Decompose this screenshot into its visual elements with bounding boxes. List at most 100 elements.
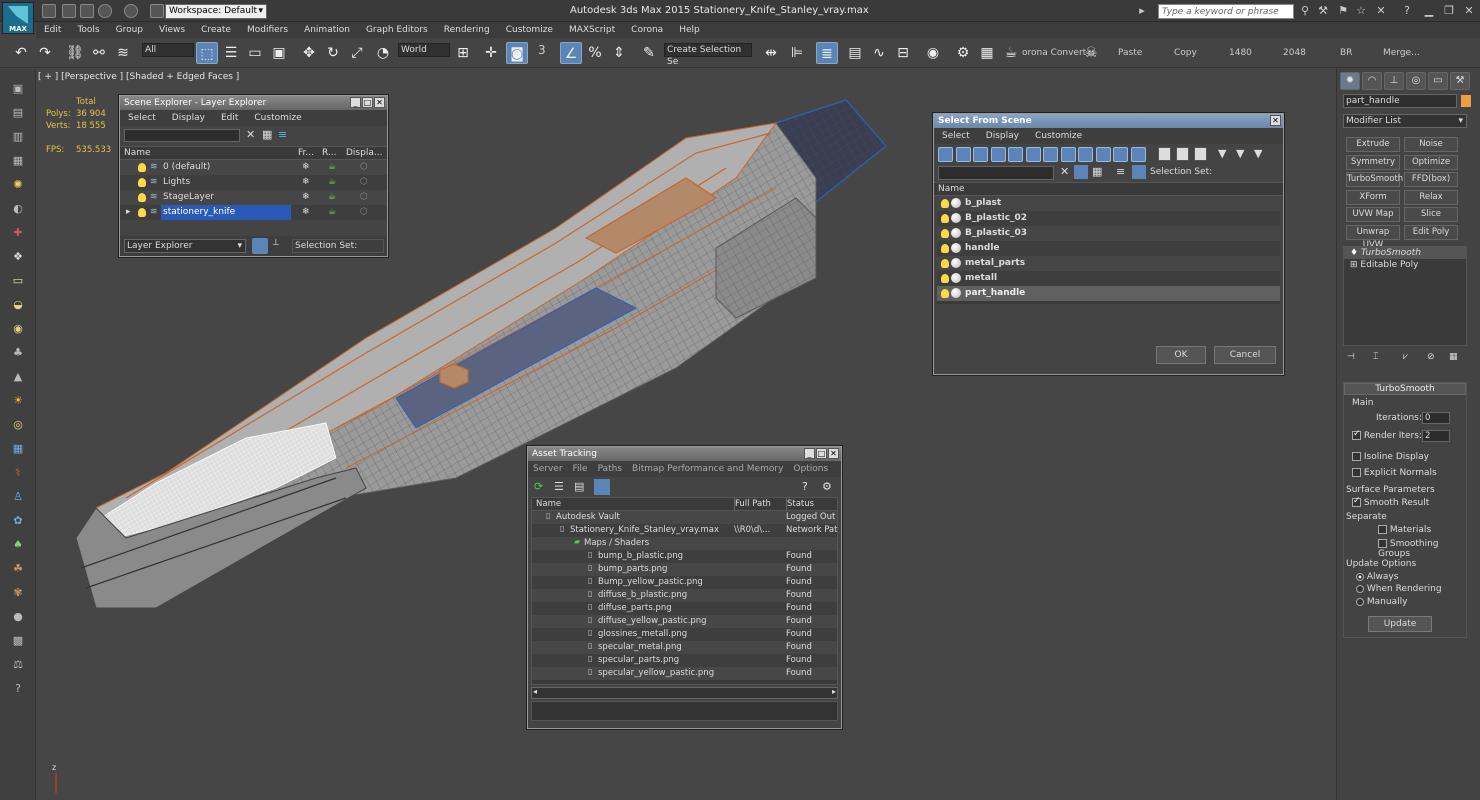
modifier-button-xform[interactable]: XForm bbox=[1346, 189, 1400, 205]
modifier-button-relax[interactable]: Relax bbox=[1404, 189, 1458, 205]
at-menu-file[interactable]: File bbox=[568, 461, 593, 477]
menu-item-help[interactable]: Help bbox=[671, 22, 708, 38]
funnel-plus-icon[interactable]: ▼ bbox=[1236, 147, 1244, 160]
br-button[interactable]: BR bbox=[1340, 48, 1352, 58]
height-2048-button[interactable]: 2048 bbox=[1283, 48, 1306, 58]
render-teapot-icon[interactable]: ☕ bbox=[328, 205, 336, 220]
sfs-menu-customize[interactable]: Customize bbox=[1027, 128, 1090, 144]
filter-bones-icon[interactable] bbox=[1078, 147, 1093, 162]
select-from-scene-titlebar[interactable]: Select From Scene ✕ bbox=[934, 114, 1283, 128]
schematic-view-icon[interactable]: ⊟ bbox=[892, 42, 914, 64]
copy-button[interactable]: Copy bbox=[1174, 48, 1197, 58]
asset-horizontal-scrollbar[interactable]: ◂ ▸ bbox=[531, 687, 838, 699]
helper-icon[interactable]: ✚ bbox=[9, 224, 27, 242]
question-icon[interactable]: ? bbox=[9, 680, 27, 698]
lightbulb-icon[interactable]: ♦ bbox=[1350, 248, 1358, 258]
restore-icon[interactable]: ❐ bbox=[1442, 4, 1456, 18]
pivot-center-icon[interactable]: ⊞ bbox=[452, 42, 474, 64]
lightbulb-icon[interactable] bbox=[138, 193, 146, 202]
modifier-button-extrude[interactable]: Extrude bbox=[1346, 137, 1400, 152]
app-logo-button[interactable]: MAX bbox=[2, 2, 34, 34]
explorer-type-dropdown[interactable]: Layer Explorer ▾ bbox=[124, 239, 246, 253]
minimize-icon[interactable]: _ bbox=[804, 448, 815, 459]
filter-cameras-icon[interactable] bbox=[990, 147, 1006, 162]
refresh-icon[interactable]: ⟳ bbox=[534, 480, 543, 493]
menu-item-corona[interactable]: Corona bbox=[623, 22, 671, 38]
cancel-button[interactable]: Cancel bbox=[1214, 346, 1276, 364]
scene-states-icon[interactable]: ▥ bbox=[9, 128, 27, 146]
object-row[interactable]: metal_parts bbox=[937, 256, 1280, 271]
hair-icon[interactable]: ♠ bbox=[9, 536, 27, 554]
modifier-button-ffd-box-[interactable]: FFD(box) bbox=[1404, 172, 1458, 188]
undo-icon[interactable] bbox=[98, 4, 112, 18]
render-iters-checkbox[interactable] bbox=[1352, 429, 1361, 440]
lightbulb-icon[interactable] bbox=[138, 208, 146, 217]
filter-hidden-icon[interactable] bbox=[1130, 147, 1146, 162]
selection-set-dropdown[interactable]: Selection Set: bbox=[292, 239, 384, 253]
render-iters-spinner[interactable]: 2 bbox=[1422, 430, 1450, 442]
particle-icon[interactable]: ❖ bbox=[9, 248, 27, 266]
select-all-icon[interactable] bbox=[1158, 147, 1171, 161]
display-floater-icon[interactable]: ▣ bbox=[9, 80, 27, 98]
menu-item-graph-editors[interactable]: Graph Editors bbox=[358, 22, 436, 38]
modifier-button-unwrap-uvw[interactable]: Unwrap UVW bbox=[1346, 225, 1400, 250]
update-button[interactable]: Update bbox=[1368, 616, 1432, 632]
viewport-label[interactable]: [ + ] [Perspective ] [Shaded + Edged Fac… bbox=[38, 72, 239, 82]
scene-explorer-search-input[interactable] bbox=[124, 129, 240, 142]
explicit-normals-checkbox[interactable] bbox=[1352, 468, 1361, 477]
light-icon[interactable]: ✺ bbox=[9, 176, 27, 194]
object-row[interactable]: B_plastic_03 bbox=[937, 226, 1280, 241]
options-icon[interactable]: ⚙ bbox=[822, 480, 832, 493]
filter-lights-icon[interactable] bbox=[973, 147, 988, 162]
filter-frozen-icon[interactable] bbox=[1113, 147, 1128, 162]
close-x-icon[interactable]: ✕ bbox=[1374, 4, 1388, 18]
grid-icon[interactable]: ▦ bbox=[9, 440, 27, 458]
scroll-left-icon[interactable]: ◂ bbox=[533, 687, 537, 696]
favorites-icon[interactable]: ☆ bbox=[1354, 4, 1368, 18]
fur-icon[interactable]: ✾ bbox=[9, 584, 27, 602]
ball-icon[interactable]: ● bbox=[9, 608, 27, 626]
material-editor-icon[interactable]: ◉ bbox=[922, 42, 944, 64]
menu-item-modifiers[interactable]: Modifiers bbox=[239, 22, 296, 38]
funnel-icon[interactable]: ▼ bbox=[1218, 147, 1226, 160]
asset-row[interactable]: ▯ specular_yellow_pastic.png Found bbox=[532, 667, 837, 680]
menu-item-animation[interactable]: Animation bbox=[296, 22, 358, 38]
asset-row[interactable]: ▯ Bump_yellow_pastic.png Found bbox=[532, 576, 837, 589]
utilities-tab-icon[interactable]: ⚒ bbox=[1450, 72, 1470, 90]
render-teapot-icon[interactable]: ☕ bbox=[328, 175, 336, 190]
binoculars-icon[interactable]: ⚲ bbox=[1298, 4, 1312, 18]
menu-item-views[interactable]: Views bbox=[151, 22, 193, 38]
mirror-icon[interactable]: ⇹ bbox=[760, 42, 782, 64]
object-color-swatch[interactable] bbox=[1460, 94, 1472, 108]
window-crossing-icon[interactable]: ▣ bbox=[268, 42, 290, 64]
object-row[interactable]: metall bbox=[937, 271, 1280, 286]
se-menu-select[interactable]: Select bbox=[120, 110, 164, 126]
scale-icon[interactable]: ⤢ bbox=[346, 42, 368, 64]
modifier-button-noise[interactable]: Noise bbox=[1404, 137, 1458, 152]
biped-icon[interactable]: ♙ bbox=[9, 488, 27, 506]
list-view-icon[interactable]: ☰ bbox=[554, 480, 564, 493]
smoothing-groups-checkbox[interactable] bbox=[1378, 539, 1387, 548]
select-none-icon[interactable] bbox=[1176, 147, 1189, 161]
lightbulb-icon[interactable] bbox=[941, 214, 949, 223]
cylinder-icon[interactable]: ◉ bbox=[9, 320, 27, 338]
select-by-name-icon[interactable]: ☰ bbox=[220, 42, 242, 64]
find-icon[interactable]: ▦ bbox=[262, 128, 272, 141]
sfs-menu-display[interactable]: Display bbox=[978, 128, 1027, 144]
asset-row[interactable]: ▯ Autodesk Vault Logged Out (... bbox=[532, 511, 838, 524]
save-icon[interactable] bbox=[80, 4, 94, 18]
asset-tracking-titlebar[interactable]: Asset Tracking _ □ ✕ bbox=[528, 447, 841, 461]
materials-checkbox[interactable] bbox=[1378, 525, 1387, 534]
se-column-header[interactable]: Fr... bbox=[298, 148, 314, 158]
help-icon[interactable]: ? bbox=[802, 480, 808, 493]
turbosmooth-rollout-header[interactable]: TurboSmooth bbox=[1344, 383, 1466, 395]
grid-view-icon[interactable] bbox=[594, 479, 610, 495]
asset-row[interactable]: ▯ specular_metal.png Found bbox=[532, 641, 837, 654]
keyboard-shortcut-icon[interactable]: ◙ bbox=[506, 42, 528, 64]
redo-icon[interactable] bbox=[124, 4, 138, 18]
asset-column-header[interactable]: Full Path bbox=[734, 498, 782, 511]
layers-icon[interactable]: ≡ bbox=[1116, 165, 1125, 178]
skull-icon[interactable]: ☠ bbox=[1080, 42, 1102, 64]
filter-geometry-icon[interactable] bbox=[938, 147, 953, 162]
sfs-menu-select[interactable]: Select bbox=[934, 128, 978, 144]
